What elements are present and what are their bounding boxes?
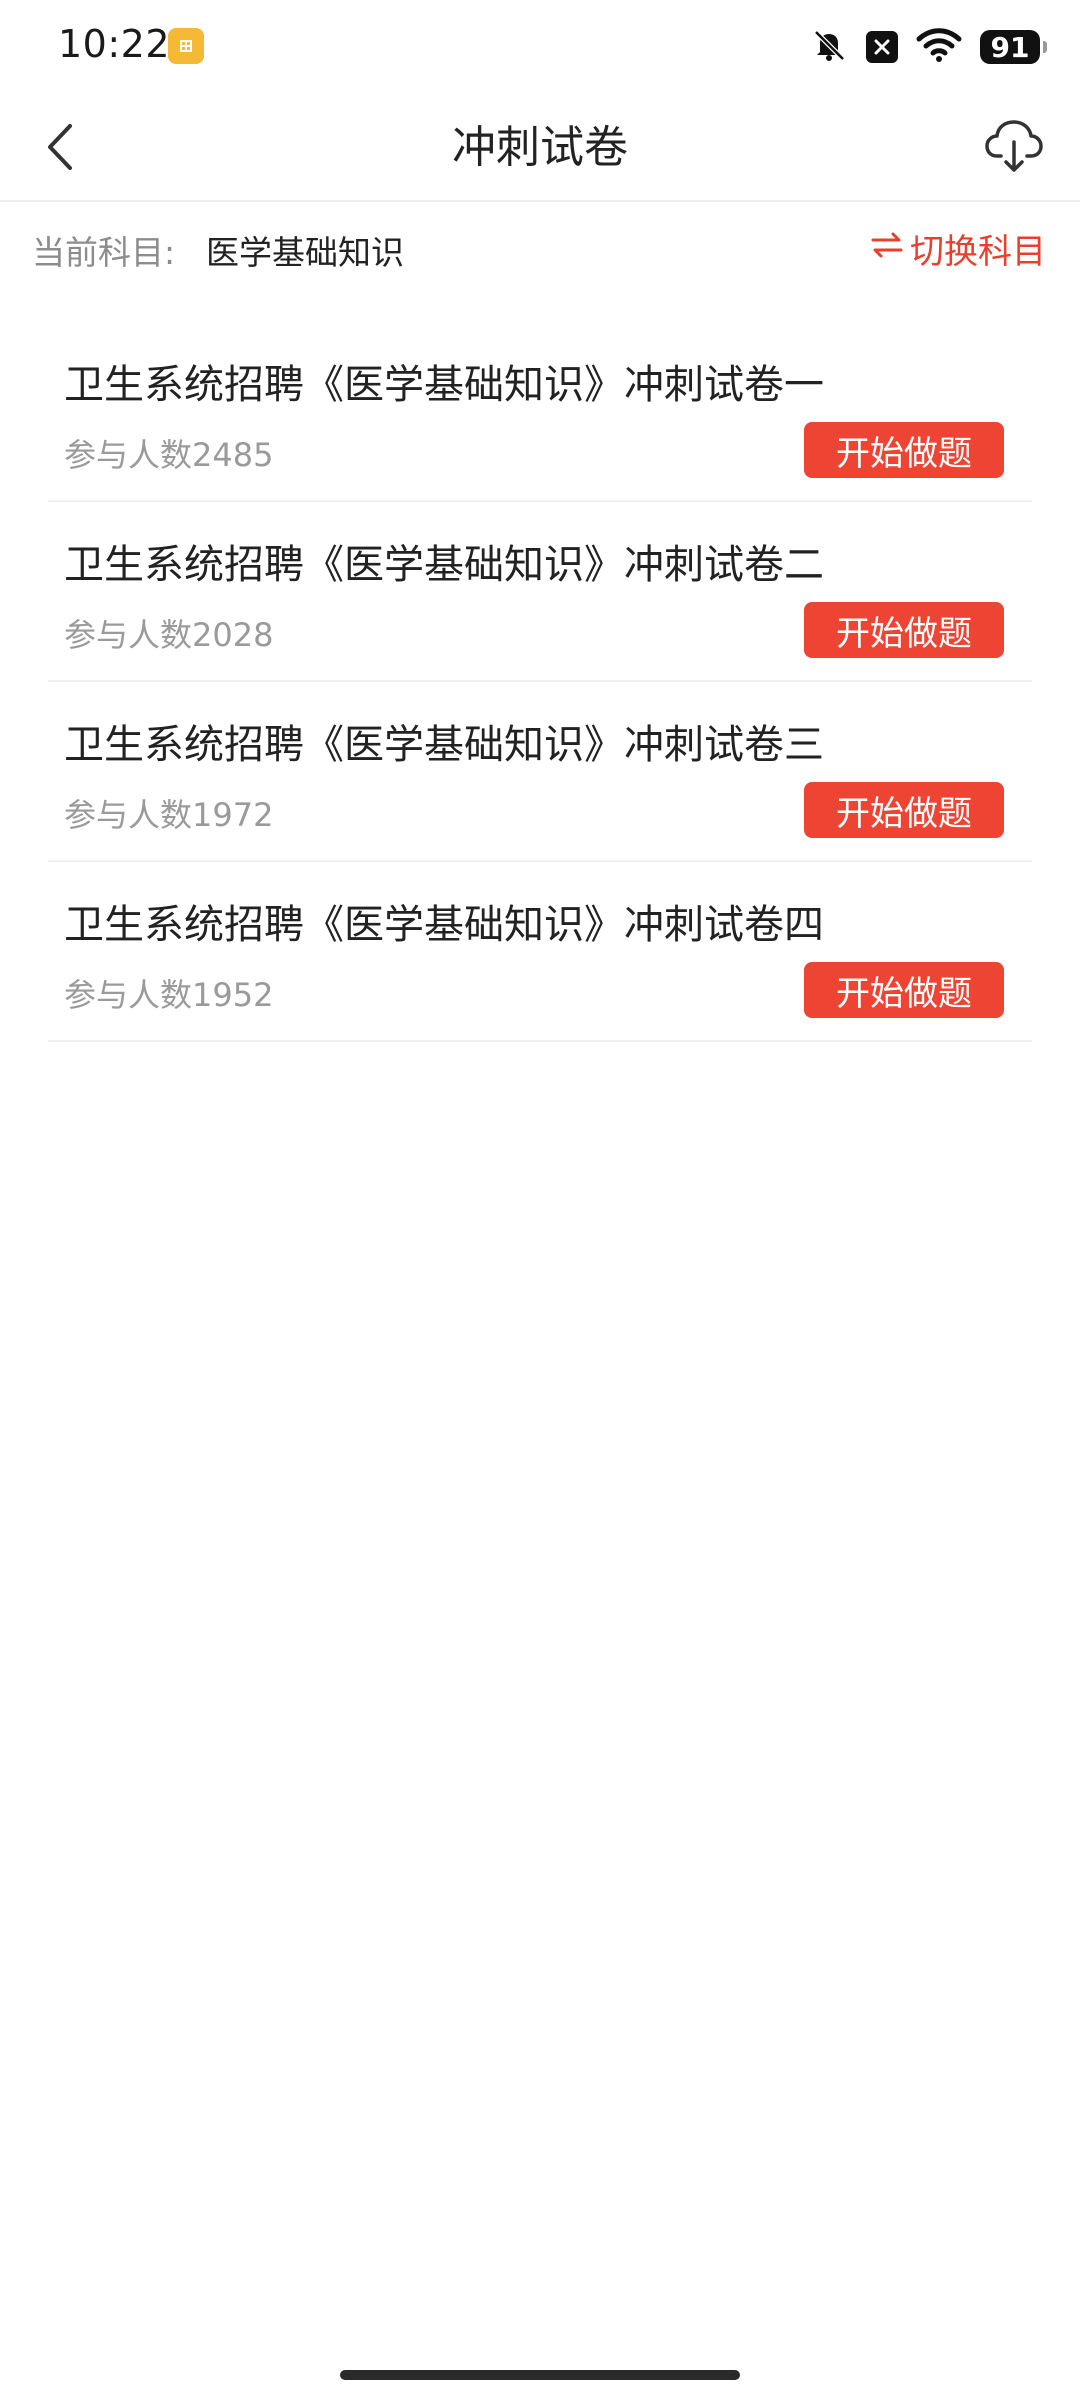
home-indicator[interactable] xyxy=(340,2370,740,2380)
paper-title: 卫生系统招聘《医学基础知识》冲刺试卷一 xyxy=(64,362,824,408)
cloud-download-icon xyxy=(984,118,1044,178)
download-button[interactable] xyxy=(978,110,1050,186)
bell-muted-icon xyxy=(810,28,848,66)
status-time: 10:22 xyxy=(58,22,171,66)
participant-count: 参与人数2485 xyxy=(64,436,274,474)
switch-subject-label: 切换科目 xyxy=(910,232,1046,272)
paper-title: 卫生系统招聘《医学基础知识》冲刺试卷三 xyxy=(64,722,824,768)
switch-subject-button[interactable]: 切换科目 xyxy=(870,224,1046,273)
current-subject-row: 当前科目: 医学基础知识 切换科目 xyxy=(0,202,1080,298)
app-notification-icon xyxy=(168,28,204,64)
top-app-bar: 冲刺试卷 xyxy=(0,96,1080,202)
current-subject-label: 当前科目: xyxy=(32,233,176,272)
start-practice-button[interactable]: 开始做题 xyxy=(804,782,1004,838)
participant-count: 参与人数1952 xyxy=(64,976,274,1014)
participant-count: 参与人数2028 xyxy=(64,616,274,654)
status-icons: 91 xyxy=(810,28,1047,66)
paper-title: 卫生系统招聘《医学基础知识》冲刺试卷四 xyxy=(64,902,824,948)
close-notification-icon xyxy=(866,31,898,63)
list-item[interactable]: 卫生系统招聘《医学基础知识》冲刺试卷三 参与人数1972 开始做题 xyxy=(48,682,1032,862)
start-practice-button[interactable]: 开始做题 xyxy=(804,962,1004,1018)
participant-count: 参与人数1972 xyxy=(64,796,274,834)
wifi-icon xyxy=(916,28,962,66)
current-subject-value: 医学基础知识 xyxy=(206,233,404,272)
swap-arrows-icon xyxy=(870,229,904,269)
start-practice-button[interactable]: 开始做题 xyxy=(804,602,1004,658)
status-bar: 10:22 91 xyxy=(0,0,1080,96)
list-item[interactable]: 卫生系统招聘《医学基础知识》冲刺试卷四 参与人数1952 开始做题 xyxy=(48,862,1032,1042)
list-item[interactable]: 卫生系统招聘《医学基础知识》冲刺试卷一 参与人数2485 开始做题 xyxy=(48,322,1032,502)
list-item[interactable]: 卫生系统招聘《医学基础知识》冲刺试卷二 参与人数2028 开始做题 xyxy=(48,502,1032,682)
paper-title: 卫生系统招聘《医学基础知识》冲刺试卷二 xyxy=(64,542,824,588)
battery-indicator: 91 xyxy=(980,30,1047,64)
start-practice-button[interactable]: 开始做题 xyxy=(804,422,1004,478)
exam-paper-list: 卫生系统招聘《医学基础知识》冲刺试卷一 参与人数2485 开始做题 卫生系统招聘… xyxy=(48,322,1032,1042)
page-title: 冲刺试卷 xyxy=(452,122,628,173)
